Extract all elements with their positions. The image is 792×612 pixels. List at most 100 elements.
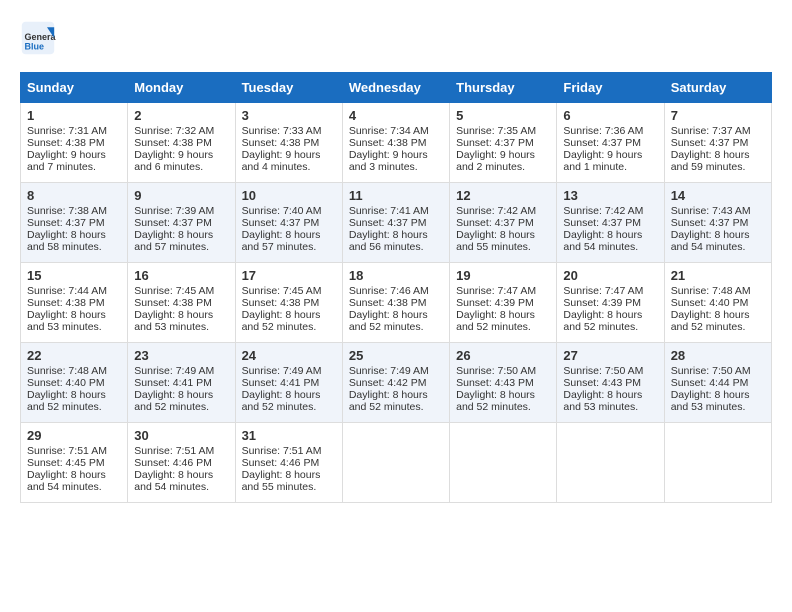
day-info: Daylight: 8 hours and 52 minutes. bbox=[671, 309, 765, 333]
day-info: Sunset: 4:37 PM bbox=[671, 217, 765, 229]
day-info: Daylight: 8 hours and 56 minutes. bbox=[349, 229, 443, 253]
day-info: Sunset: 4:38 PM bbox=[349, 297, 443, 309]
day-info: Sunrise: 7:51 AM bbox=[134, 445, 228, 457]
day-info: Sunrise: 7:33 AM bbox=[242, 125, 336, 137]
day-info: Sunrise: 7:48 AM bbox=[27, 365, 121, 377]
day-info: Sunset: 4:37 PM bbox=[563, 217, 657, 229]
calendar-cell: 6Sunrise: 7:36 AMSunset: 4:37 PMDaylight… bbox=[557, 103, 664, 183]
day-info: Daylight: 9 hours and 3 minutes. bbox=[349, 149, 443, 173]
day-info: Sunrise: 7:36 AM bbox=[563, 125, 657, 137]
day-info: Sunset: 4:37 PM bbox=[27, 217, 121, 229]
day-info: Sunrise: 7:31 AM bbox=[27, 125, 121, 137]
calendar-cell: 9Sunrise: 7:39 AMSunset: 4:37 PMDaylight… bbox=[128, 183, 235, 263]
header-row: SundayMondayTuesdayWednesdayThursdayFrid… bbox=[21, 73, 772, 103]
day-info: Sunset: 4:37 PM bbox=[134, 217, 228, 229]
day-info: Sunset: 4:37 PM bbox=[349, 217, 443, 229]
day-info: Daylight: 9 hours and 4 minutes. bbox=[242, 149, 336, 173]
week-row-2: 15Sunrise: 7:44 AMSunset: 4:38 PMDayligh… bbox=[21, 263, 772, 343]
header-wednesday: Wednesday bbox=[342, 73, 449, 103]
page-header: General Blue bbox=[20, 20, 772, 56]
day-info: Sunrise: 7:44 AM bbox=[27, 285, 121, 297]
day-number: 31 bbox=[242, 428, 336, 443]
calendar-cell: 2Sunrise: 7:32 AMSunset: 4:38 PMDaylight… bbox=[128, 103, 235, 183]
day-number: 11 bbox=[349, 188, 443, 203]
day-info: Daylight: 8 hours and 54 minutes. bbox=[134, 469, 228, 493]
day-info: Sunrise: 7:35 AM bbox=[456, 125, 550, 137]
day-info: Sunset: 4:37 PM bbox=[456, 137, 550, 149]
day-info: Daylight: 8 hours and 52 minutes. bbox=[349, 389, 443, 413]
day-info: Sunrise: 7:50 AM bbox=[563, 365, 657, 377]
day-info: Sunrise: 7:47 AM bbox=[563, 285, 657, 297]
day-info: Daylight: 8 hours and 53 minutes. bbox=[563, 389, 657, 413]
calendar-cell bbox=[557, 423, 664, 503]
day-info: Daylight: 8 hours and 53 minutes. bbox=[27, 309, 121, 333]
header-saturday: Saturday bbox=[664, 73, 771, 103]
day-number: 25 bbox=[349, 348, 443, 363]
day-number: 24 bbox=[242, 348, 336, 363]
calendar-cell: 24Sunrise: 7:49 AMSunset: 4:41 PMDayligh… bbox=[235, 343, 342, 423]
header-monday: Monday bbox=[128, 73, 235, 103]
calendar-cell: 20Sunrise: 7:47 AMSunset: 4:39 PMDayligh… bbox=[557, 263, 664, 343]
day-info: Sunrise: 7:32 AM bbox=[134, 125, 228, 137]
day-number: 20 bbox=[563, 268, 657, 283]
day-number: 3 bbox=[242, 108, 336, 123]
logo-icon: General Blue bbox=[20, 20, 56, 56]
week-row-4: 29Sunrise: 7:51 AMSunset: 4:45 PMDayligh… bbox=[21, 423, 772, 503]
day-number: 14 bbox=[671, 188, 765, 203]
calendar-cell: 28Sunrise: 7:50 AMSunset: 4:44 PMDayligh… bbox=[664, 343, 771, 423]
day-info: Sunset: 4:45 PM bbox=[27, 457, 121, 469]
day-info: Daylight: 8 hours and 53 minutes. bbox=[134, 309, 228, 333]
calendar-cell: 26Sunrise: 7:50 AMSunset: 4:43 PMDayligh… bbox=[450, 343, 557, 423]
header-tuesday: Tuesday bbox=[235, 73, 342, 103]
week-row-3: 22Sunrise: 7:48 AMSunset: 4:40 PMDayligh… bbox=[21, 343, 772, 423]
calendar-cell: 25Sunrise: 7:49 AMSunset: 4:42 PMDayligh… bbox=[342, 343, 449, 423]
day-info: Sunset: 4:38 PM bbox=[134, 137, 228, 149]
day-info: Daylight: 8 hours and 54 minutes. bbox=[563, 229, 657, 253]
day-info: Sunrise: 7:38 AM bbox=[27, 205, 121, 217]
day-number: 12 bbox=[456, 188, 550, 203]
day-info: Sunrise: 7:50 AM bbox=[456, 365, 550, 377]
day-info: Daylight: 8 hours and 52 minutes. bbox=[27, 389, 121, 413]
day-info: Sunset: 4:41 PM bbox=[242, 377, 336, 389]
day-number: 7 bbox=[671, 108, 765, 123]
calendar-cell: 7Sunrise: 7:37 AMSunset: 4:37 PMDaylight… bbox=[664, 103, 771, 183]
day-info: Sunrise: 7:39 AM bbox=[134, 205, 228, 217]
day-number: 4 bbox=[349, 108, 443, 123]
calendar-cell: 13Sunrise: 7:42 AMSunset: 4:37 PMDayligh… bbox=[557, 183, 664, 263]
calendar-cell bbox=[450, 423, 557, 503]
calendar-table: SundayMondayTuesdayWednesdayThursdayFrid… bbox=[20, 72, 772, 503]
day-number: 17 bbox=[242, 268, 336, 283]
day-number: 8 bbox=[27, 188, 121, 203]
day-info: Daylight: 8 hours and 52 minutes. bbox=[456, 309, 550, 333]
day-number: 21 bbox=[671, 268, 765, 283]
calendar-cell: 11Sunrise: 7:41 AMSunset: 4:37 PMDayligh… bbox=[342, 183, 449, 263]
day-info: Daylight: 8 hours and 58 minutes. bbox=[27, 229, 121, 253]
day-info: Sunrise: 7:42 AM bbox=[563, 205, 657, 217]
day-info: Sunset: 4:38 PM bbox=[242, 137, 336, 149]
day-info: Sunset: 4:40 PM bbox=[27, 377, 121, 389]
calendar-cell: 19Sunrise: 7:47 AMSunset: 4:39 PMDayligh… bbox=[450, 263, 557, 343]
day-number: 5 bbox=[456, 108, 550, 123]
calendar-cell: 12 Sunrise: 7:42 AMSunset: 4:37 PMDayligh… bbox=[450, 183, 557, 263]
calendar-cell: 16Sunrise: 7:45 AMSunset: 4:38 PMDayligh… bbox=[128, 263, 235, 343]
day-info: Sunset: 4:42 PM bbox=[349, 377, 443, 389]
day-info: Daylight: 8 hours and 57 minutes. bbox=[242, 229, 336, 253]
day-number: 10 bbox=[242, 188, 336, 203]
day-info: Daylight: 8 hours and 55 minutes. bbox=[242, 469, 336, 493]
calendar-cell: 15Sunrise: 7:44 AMSunset: 4:38 PMDayligh… bbox=[21, 263, 128, 343]
calendar-cell: 3 Sunrise: 7:33 AMSunset: 4:38 PMDaylight… bbox=[235, 103, 342, 183]
day-info: Sunset: 4:46 PM bbox=[134, 457, 228, 469]
day-number: 19 bbox=[456, 268, 550, 283]
calendar-cell: 18Sunrise: 7:46 AMSunset: 4:38 PMDayligh… bbox=[342, 263, 449, 343]
day-info: Sunrise: 7:46 AM bbox=[349, 285, 443, 297]
day-number: 26 bbox=[456, 348, 550, 363]
day-info: Sunset: 4:37 PM bbox=[456, 217, 550, 229]
day-info: Daylight: 9 hours and 6 minutes. bbox=[134, 149, 228, 173]
day-info: Sunrise: 7:42 AM bbox=[456, 205, 550, 217]
day-number: 9 bbox=[134, 188, 228, 203]
day-info: Daylight: 9 hours and 7 minutes. bbox=[27, 149, 121, 173]
day-info: Daylight: 8 hours and 55 minutes. bbox=[456, 229, 550, 253]
calendar-cell: 21Sunrise: 7:48 AMSunset: 4:40 PMDayligh… bbox=[664, 263, 771, 343]
day-info: Sunrise: 7:48 AM bbox=[671, 285, 765, 297]
day-info: Daylight: 8 hours and 52 minutes. bbox=[134, 389, 228, 413]
